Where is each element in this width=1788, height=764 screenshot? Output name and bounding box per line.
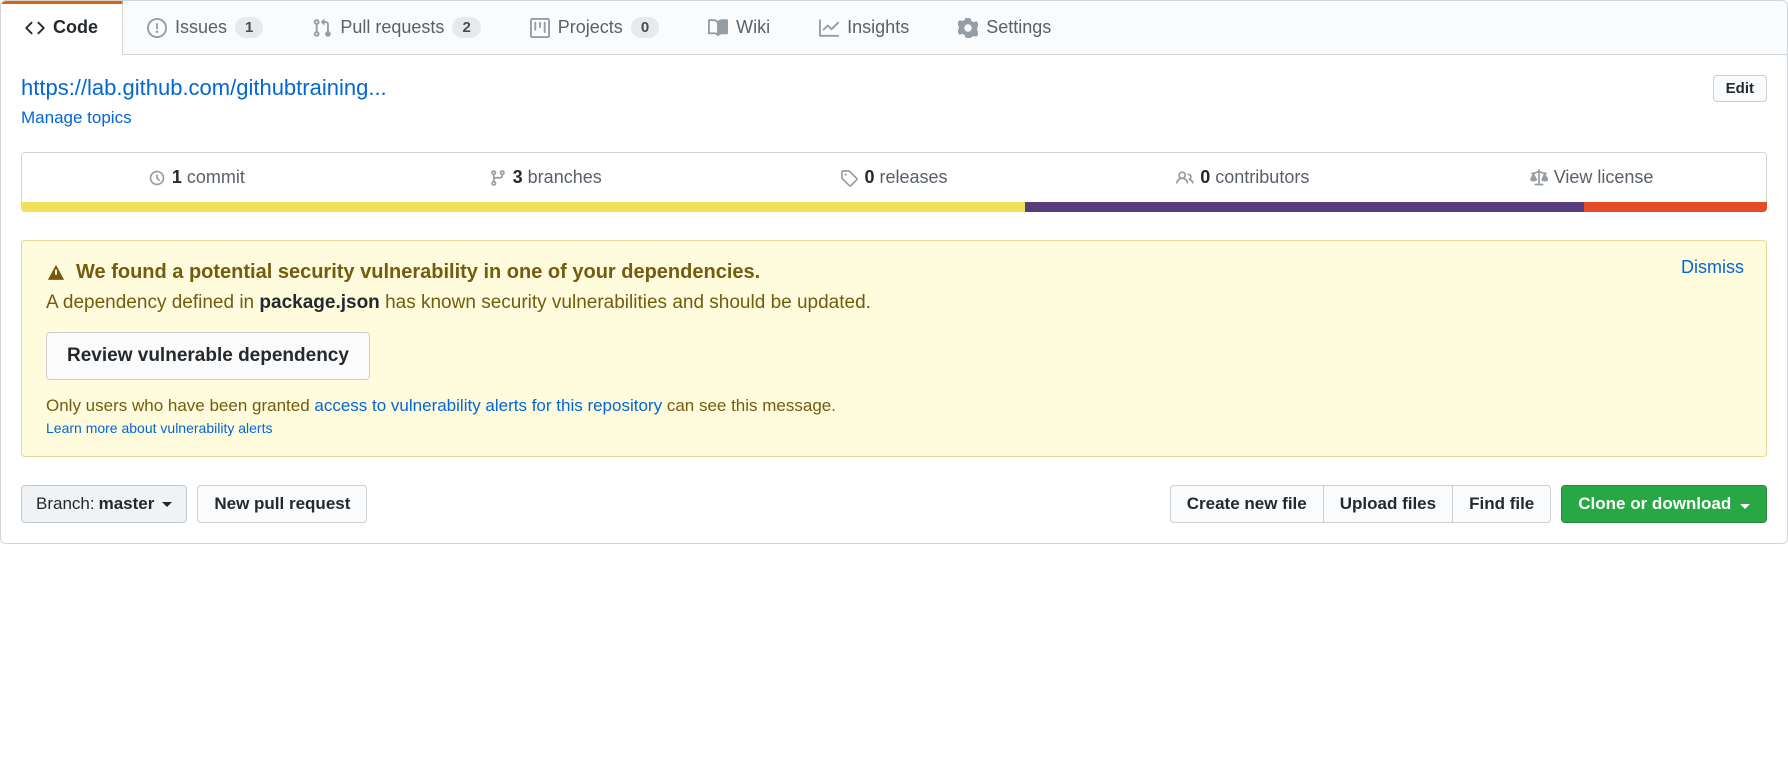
- tag-icon: [840, 169, 858, 187]
- commits-number: 1: [172, 167, 182, 187]
- clone-label: Clone or download: [1578, 494, 1731, 513]
- stat-commits[interactable]: 1 commit: [22, 153, 371, 202]
- license-label: View license: [1554, 167, 1654, 188]
- pulls-count: 2: [452, 17, 480, 38]
- releases-number: 0: [864, 167, 874, 187]
- clone-download-button[interactable]: Clone or download: [1561, 485, 1767, 523]
- language-segment-html: [1584, 202, 1767, 212]
- stat-license[interactable]: View license: [1417, 153, 1766, 202]
- language-bar[interactable]: [21, 202, 1767, 212]
- law-icon: [1530, 169, 1548, 187]
- upload-files-button[interactable]: Upload files: [1323, 485, 1453, 523]
- gear-icon: [958, 18, 978, 38]
- repo-container: Code Issues 1 Pull requests 2 Projects 0…: [0, 0, 1788, 544]
- issue-icon: [147, 18, 167, 38]
- edit-description-button[interactable]: Edit: [1713, 75, 1767, 102]
- graph-icon: [819, 18, 839, 38]
- tab-code[interactable]: Code: [1, 0, 123, 55]
- tab-code-label: Code: [53, 17, 98, 38]
- branches-label: branches: [528, 167, 602, 187]
- commits-label: commit: [187, 167, 245, 187]
- people-icon: [1176, 169, 1194, 187]
- stat-contributors[interactable]: 0 contributors: [1068, 153, 1417, 202]
- new-pull-request-button[interactable]: New pull request: [197, 485, 367, 523]
- branch-label: Branch:: [36, 494, 95, 514]
- tab-projects[interactable]: Projects 0: [506, 1, 684, 54]
- tab-insights[interactable]: Insights: [795, 1, 934, 54]
- tab-wiki-label: Wiki: [736, 17, 770, 38]
- description-row: https://lab.github.com/githubtraining...…: [21, 75, 1767, 102]
- tab-issues[interactable]: Issues 1: [123, 1, 288, 54]
- file-actions-group: Create new file Upload files Find file: [1170, 485, 1552, 523]
- branches-number: 3: [513, 167, 523, 187]
- alert-title: We found a potential security vulnerabil…: [76, 261, 760, 284]
- alert-file: package.json: [259, 292, 379, 313]
- language-segment-css: [1025, 202, 1584, 212]
- history-icon: [148, 169, 166, 187]
- security-alert: Dismiss We found a potential security vu…: [21, 240, 1767, 457]
- repo-tabnav: Code Issues 1 Pull requests 2 Projects 0…: [1, 1, 1787, 55]
- repo-stats: 1 commit 3 branches 0 releases 0 contrib…: [21, 152, 1767, 202]
- stat-branches[interactable]: 3 branches: [371, 153, 720, 202]
- git-pull-request-icon: [312, 18, 332, 38]
- review-dependency-button[interactable]: Review vulnerable dependency: [46, 332, 370, 380]
- toolbar-left: Branch: master New pull request: [21, 485, 367, 523]
- issues-count: 1: [235, 17, 263, 38]
- releases-label: releases: [879, 167, 947, 187]
- branch-name: master: [99, 494, 155, 514]
- tab-issues-label: Issues: [175, 17, 227, 38]
- language-segment-js: [21, 202, 1025, 212]
- git-branch-icon: [489, 169, 507, 187]
- file-toolbar: Branch: master New pull request Create n…: [21, 485, 1767, 523]
- contributors-number: 0: [1200, 167, 1210, 187]
- repo-website-link[interactable]: https://lab.github.com/githubtraining...: [21, 75, 387, 101]
- repo-body: https://lab.github.com/githubtraining...…: [1, 55, 1787, 543]
- create-file-button[interactable]: Create new file: [1170, 485, 1324, 523]
- alert-access-link[interactable]: access to vulnerability alerts for this …: [314, 396, 662, 415]
- learn-more-link[interactable]: Learn more about vulnerability alerts: [46, 420, 272, 436]
- tab-wiki[interactable]: Wiki: [684, 1, 795, 54]
- caret-down-icon: [1740, 504, 1750, 509]
- find-file-button[interactable]: Find file: [1452, 485, 1551, 523]
- tab-insights-label: Insights: [847, 17, 909, 38]
- alert-description: A dependency defined in package.json has…: [46, 292, 1742, 314]
- projects-count: 0: [631, 17, 659, 38]
- contributors-label: contributors: [1215, 167, 1309, 187]
- tab-pulls-label: Pull requests: [340, 17, 444, 38]
- tab-settings[interactable]: Settings: [934, 1, 1076, 54]
- toolbar-right: Create new file Upload files Find file C…: [1170, 485, 1767, 523]
- alert-heading: We found a potential security vulnerabil…: [46, 261, 1742, 284]
- tab-settings-label: Settings: [986, 17, 1051, 38]
- dismiss-button[interactable]: Dismiss: [1681, 257, 1744, 278]
- stat-releases[interactable]: 0 releases: [720, 153, 1069, 202]
- caret-down-icon: [162, 502, 172, 507]
- tab-projects-label: Projects: [558, 17, 623, 38]
- tab-pulls[interactable]: Pull requests 2: [288, 1, 505, 54]
- book-icon: [708, 18, 728, 38]
- code-icon: [25, 18, 45, 38]
- alert-note: Only users who have been granted access …: [46, 396, 1742, 416]
- branch-select[interactable]: Branch: master: [21, 485, 187, 523]
- alert-icon: [46, 263, 66, 283]
- project-icon: [530, 18, 550, 38]
- manage-topics-link[interactable]: Manage topics: [21, 108, 132, 128]
